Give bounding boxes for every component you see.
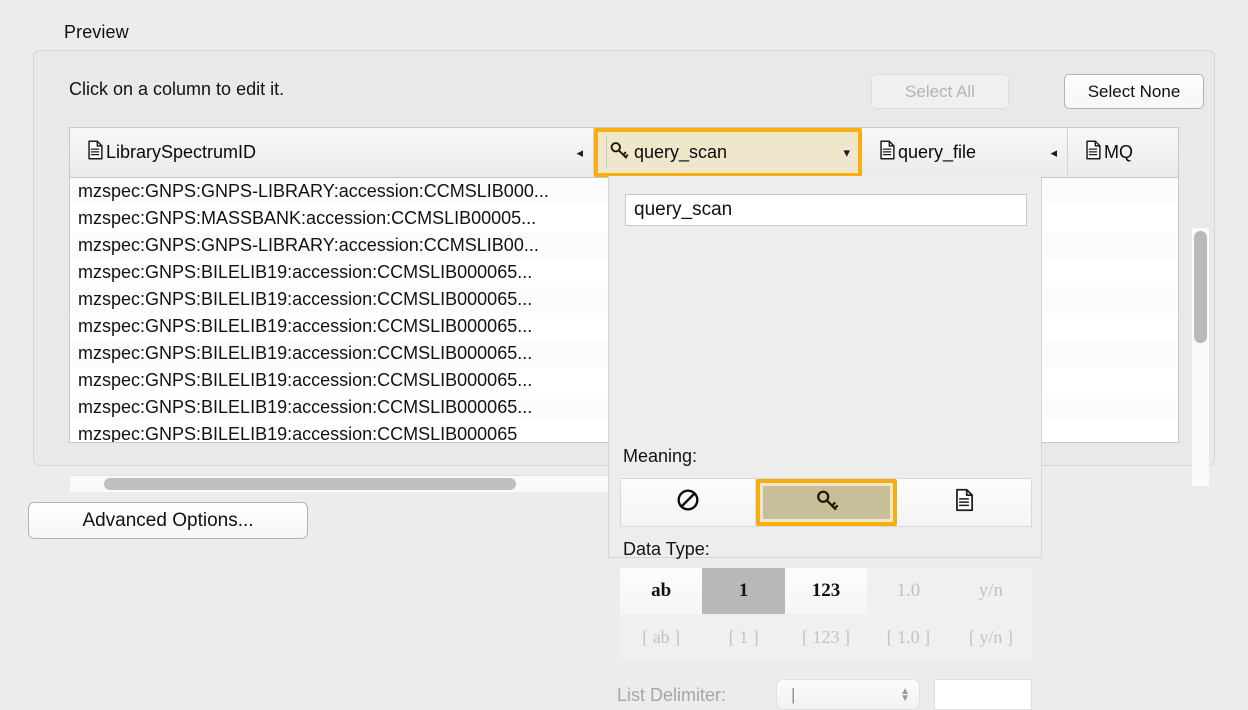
document-icon — [876, 139, 898, 166]
data-type-row-list: [ ab ][ 1 ][ 123 ][ 1.0 ][ y/n ] — [620, 614, 1033, 660]
vertical-scrollbar[interactable] — [1191, 228, 1209, 486]
select-all-button[interactable]: Select All — [871, 74, 1009, 109]
column-header-query-file[interactable]: query_file ◂ — [862, 128, 1068, 177]
column-header-query-scan[interactable]: query_scan ▾ — [594, 128, 862, 177]
data-type-grid: ab 1 123 1.0 y/n [ ab ][ 1 ][ 123 ][ 1.0 ][ … — [620, 568, 1033, 660]
column-header-label: LibrarySpectrumID — [106, 142, 257, 162]
meaning-option-document[interactable] — [897, 479, 1031, 526]
table-column-headers: LibrarySpectrumID ◂ query_scan ▾ query_file ◂… — [70, 128, 1178, 178]
document-icon — [1082, 139, 1104, 166]
column-editor-popover: query_scan Meaning: Data Type: ab 1 123 1.0… — [608, 176, 1042, 710]
data-type-option: [ ab ] — [620, 614, 703, 660]
vertical-scrollbar-thumb[interactable] — [1194, 231, 1207, 343]
horizontal-scrollbar-thumb[interactable] — [104, 478, 516, 490]
meaning-option-no-entry[interactable] — [621, 479, 756, 526]
meaning-segmented-control — [620, 478, 1032, 527]
data-type-option[interactable]: ab — [620, 568, 703, 614]
column-header-label: query_scan — [634, 142, 728, 162]
no-entry-icon — [675, 487, 701, 518]
data-type-option: [ 1 ] — [702, 614, 785, 660]
selected-column-inner-edge — [606, 136, 607, 169]
column-name-input[interactable]: query_scan — [625, 194, 1027, 226]
document-icon — [84, 139, 106, 166]
horizontal-scrollbar[interactable] — [70, 475, 624, 492]
column-header-libraryspectrumid[interactable]: LibrarySpectrumID ◂ — [70, 128, 594, 177]
list-delimiter-select[interactable]: | ▲ ▼ — [776, 679, 920, 710]
data-type-option: [ y/n ] — [949, 614, 1033, 660]
data-type-option: 1.0 — [867, 568, 950, 614]
page-title: Preview — [64, 22, 129, 42]
preview-hint-text: Click on a column to edit it. — [69, 79, 285, 99]
key-icon — [608, 139, 630, 166]
data-type-option[interactable]: 1 — [702, 568, 785, 614]
column-header-label: MQ — [1104, 142, 1133, 162]
list-delimiter-custom-input[interactable] — [934, 679, 1032, 710]
meaning-label: Meaning: — [623, 446, 698, 466]
data-type-row-scalar: ab 1 123 1.0 y/n — [620, 568, 1033, 614]
data-type-option: [ 1.0 ] — [867, 614, 950, 660]
document-icon — [951, 487, 977, 518]
advanced-options-button[interactable]: Advanced Options... — [28, 502, 308, 539]
data-type-option: [ 123 ] — [784, 614, 868, 660]
list-delimiter-label: List Delimiter: — [617, 685, 727, 705]
data-type-label: Data Type: — [623, 539, 710, 559]
data-type-option: y/n — [949, 568, 1033, 614]
key-icon — [814, 487, 840, 518]
column-header-label: query_file — [898, 142, 977, 162]
chevron-down-icon[interactable]: ▾ — [833, 145, 850, 161]
select-none-button[interactable]: Select None — [1064, 74, 1204, 109]
chevron-left-icon[interactable]: ◂ — [1040, 145, 1057, 161]
chevron-left-icon[interactable]: ◂ — [566, 145, 583, 161]
column-header-mq[interactable]: MQ — [1068, 128, 1178, 177]
list-delimiter-value: | — [791, 684, 796, 704]
meaning-option-key[interactable] — [755, 479, 898, 526]
chevron-updown-icon: ▲ ▼ — [900, 685, 910, 704]
data-type-option[interactable]: 123 — [784, 568, 868, 614]
